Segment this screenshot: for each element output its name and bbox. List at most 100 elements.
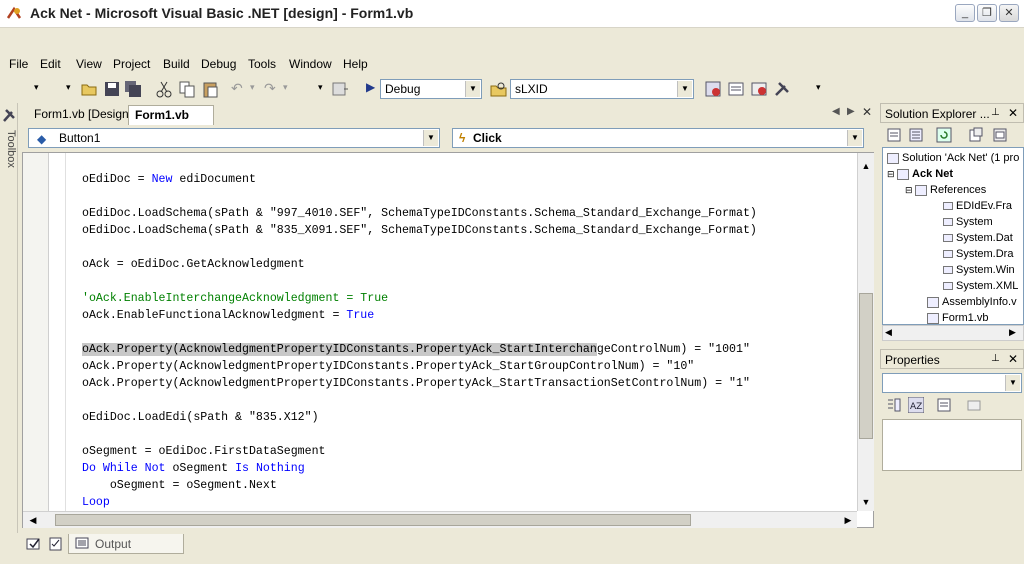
tree-item-solution[interactable]: Solution 'Ack Net' (1 pro [887, 150, 1019, 166]
code-line[interactable]: oAck.Property(AcknowledgmentPropertyIDCo… [82, 358, 857, 375]
code-line[interactable]: oEdiDoc = New ediDocument [82, 171, 857, 188]
solution-explorer-icon[interactable] [704, 80, 722, 98]
close-panel-icon[interactable]: ✕ [1008, 106, 1018, 120]
menu-file[interactable]: File [9, 57, 28, 71]
menu-window[interactable]: Window [289, 57, 332, 71]
horizontal-scroll-thumb[interactable] [55, 514, 691, 526]
tab-form1-design[interactable]: Form1.vb [Design] [28, 105, 138, 125]
vb-app-icon[interactable] [6, 6, 22, 22]
pin-icon[interactable]: ⊥ [991, 353, 1000, 364]
properties-grid[interactable] [882, 419, 1022, 471]
toolbox-tab[interactable]: Toolbox [1, 130, 17, 180]
chevron-down-icon[interactable]: ▼ [465, 81, 480, 97]
properties-window-icon[interactable] [727, 80, 745, 98]
open-folder-icon[interactable] [80, 80, 98, 98]
refresh-icon[interactable] [936, 127, 952, 143]
undo-icon[interactable]: ↶ [231, 80, 249, 98]
copy-icon[interactable] [178, 80, 196, 98]
menu-view[interactable]: View [76, 57, 102, 71]
object-combo[interactable]: ◆ Button1 ▼ [28, 128, 440, 148]
find-combo[interactable]: sLXID ▼ [510, 79, 694, 99]
scroll-tabs-right-icon[interactable]: ▶ [847, 106, 855, 117]
solution-tree[interactable]: Solution 'Ack Net' (1 pro ⊟ Ack Net ⊟ Re… [882, 147, 1024, 325]
code-line[interactable]: oEdiDoc.LoadSchema(sPath & "997_4010.SEF… [82, 205, 857, 222]
scroll-right-icon[interactable]: ▶ [1009, 327, 1016, 338]
collapse-icon[interactable]: ⊟ [905, 185, 915, 195]
view-designer-icon[interactable] [992, 127, 1008, 143]
code-line[interactable] [82, 426, 857, 443]
tree-item-file[interactable]: AssemblyInfo.v [927, 294, 1017, 310]
indicator-margin[interactable] [23, 153, 49, 511]
properties-view-icon[interactable] [936, 397, 952, 413]
properties-icon[interactable] [886, 127, 902, 143]
code-line[interactable] [82, 239, 857, 256]
view-code-icon[interactable] [968, 127, 984, 143]
menu-project[interactable]: Project [113, 57, 150, 71]
code-line[interactable]: oAck.EnableFunctionalAcknowledgment = Tr… [82, 307, 857, 324]
vertical-scrollbar[interactable]: ▲ ▼ [857, 153, 874, 511]
tree-item-references[interactable]: ⊟ References [905, 182, 986, 198]
code-text[interactable]: oEdiDoc = New ediDocument oEdiDoc.LoadSc… [82, 171, 857, 509]
code-line[interactable]: Loop [82, 494, 857, 509]
redo-icon[interactable]: ↷ [264, 80, 282, 98]
close-panel-icon[interactable]: ✕ [1008, 352, 1018, 366]
cut-icon[interactable] [155, 80, 173, 98]
horizontal-scrollbar[interactable]: ◀ ▶ [23, 511, 857, 528]
show-all-files-icon[interactable] [908, 127, 924, 143]
toolbox-icon[interactable] [773, 80, 791, 98]
tree-item-reference[interactable]: System.XML [943, 278, 1018, 294]
find-in-files-icon[interactable] [490, 80, 508, 98]
chevron-down-icon[interactable]: ▼ [847, 130, 862, 146]
chevron-down-icon[interactable]: ▼ [423, 130, 438, 146]
code-line[interactable]: oEdiDoc.LoadSchema(sPath & "835_X091.SEF… [82, 222, 857, 239]
code-line[interactable] [82, 273, 857, 290]
chevron-down-icon[interactable]: ▼ [1005, 375, 1020, 391]
tree-item-project[interactable]: ⊟ Ack Net [887, 166, 953, 182]
categorized-icon[interactable] [886, 397, 902, 413]
collapse-icon[interactable]: ⊟ [887, 169, 897, 179]
scroll-left-icon[interactable]: ◀ [885, 327, 892, 338]
close-button[interactable]: ✕ [999, 4, 1019, 22]
code-line[interactable]: oSegment = oEdiDoc.FirstDataSegment [82, 443, 857, 460]
maximize-button[interactable]: ❐ [977, 4, 997, 22]
code-line[interactable]: oSegment = oSegment.Next [82, 477, 857, 494]
scroll-tabs-left-icon[interactable]: ◀ [832, 106, 840, 117]
toolbox-icon[interactable] [1, 107, 17, 123]
redo-dropdown-icon[interactable]: ▾ [283, 82, 301, 100]
code-line[interactable]: oAck.Property(AcknowledgmentPropertyIDCo… [82, 341, 857, 358]
vertical-scroll-thumb[interactable] [859, 293, 873, 439]
tab-output[interactable]: Output [68, 534, 184, 554]
alphabetical-icon[interactable]: AZ [907, 396, 925, 414]
chevron-down-icon[interactable]: ▼ [677, 81, 692, 97]
scroll-right-icon[interactable]: ▶ [841, 513, 855, 527]
code-line[interactable]: Do While Not oSegment Is Nothing [82, 460, 857, 477]
new-item-dropdown-icon[interactable]: ▾ [34, 82, 52, 100]
scroll-down-icon[interactable]: ▼ [859, 495, 873, 509]
paste-icon[interactable] [201, 80, 219, 98]
solution-horizontal-scrollbar[interactable]: ◀ ▶ [882, 325, 1024, 341]
properties-object-combo[interactable]: ▼ [882, 373, 1022, 393]
save-icon[interactable] [103, 80, 121, 98]
tree-item-reference[interactable]: System.Dat [943, 230, 1013, 246]
tab-form1-code[interactable]: Form1.vb [128, 105, 214, 125]
menu-help[interactable]: Help [343, 57, 368, 71]
command-window-icon[interactable] [48, 536, 64, 552]
code-line[interactable]: oAck.Property(AcknowledgmentPropertyIDCo… [82, 375, 857, 392]
close-document-icon[interactable]: ✕ [862, 105, 872, 119]
tree-item-reference[interactable]: EDIdEv.Fra [943, 198, 1012, 214]
tree-item-reference[interactable]: System [943, 214, 993, 230]
solution-configuration-combo[interactable]: Debug ▼ [380, 79, 482, 99]
code-line[interactable] [82, 188, 857, 205]
code-line[interactable] [82, 392, 857, 409]
pin-icon[interactable]: ⊥ [991, 107, 1000, 118]
menu-debug[interactable]: Debug [201, 57, 236, 71]
code-line[interactable]: oEdiDoc.LoadEdi(sPath & "835.X12") [82, 409, 857, 426]
code-line[interactable]: 'oAck.EnableInterchangeAcknowledgment = … [82, 290, 857, 307]
code-line[interactable]: oAck = oEdiDoc.GetAcknowledgment [82, 256, 857, 273]
scroll-up-icon[interactable]: ▲ [859, 159, 873, 173]
minimize-button[interactable]: _ [955, 4, 975, 22]
task-list-icon[interactable] [26, 536, 42, 552]
menu-tools[interactable]: Tools [248, 57, 276, 71]
scroll-left-icon[interactable]: ◀ [26, 513, 40, 527]
code-line[interactable] [82, 324, 857, 341]
